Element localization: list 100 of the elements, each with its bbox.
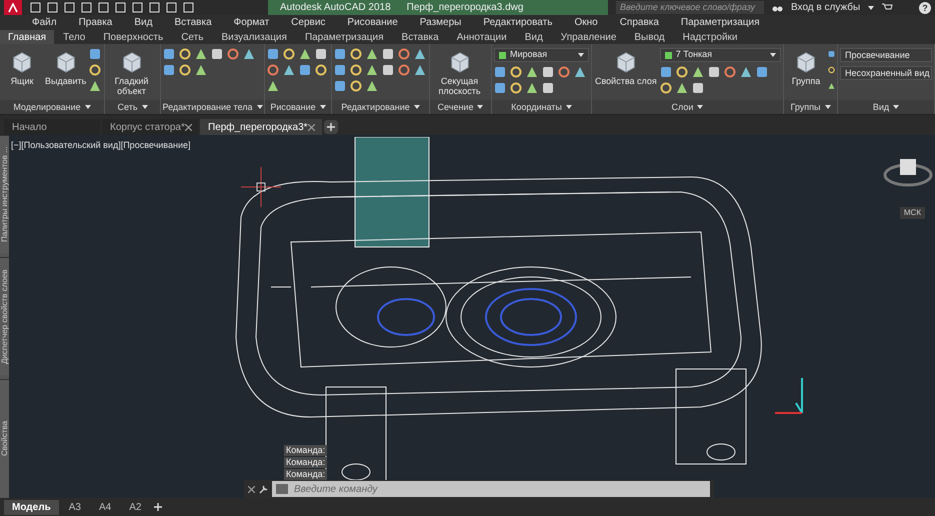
toolbar-icon[interactable] [183, 2, 194, 13]
tool-icon[interactable] [398, 64, 410, 76]
app-logo-icon[interactable] [4, 0, 22, 15]
tool-icon[interactable] [366, 80, 378, 92]
menu-item[interactable]: Вид [134, 15, 152, 30]
palette-tab[interactable]: Диспетчер свойств слоев [0, 257, 9, 375]
caret-icon[interactable] [566, 105, 572, 109]
palette-tab[interactable]: Свойства [0, 379, 9, 497]
panel-title[interactable]: Вид [872, 100, 890, 114]
tool-icon[interactable] [283, 64, 295, 76]
menu-item[interactable]: Вставка [174, 15, 212, 30]
toolbar-icon[interactable] [30, 2, 41, 13]
tool-icon[interactable] [315, 48, 327, 60]
menu-item[interactable]: Редактировать [483, 15, 552, 30]
tool-icon[interactable] [510, 66, 522, 78]
tool-icon[interactable] [382, 64, 394, 76]
search-field[interactable]: Введите ключевое слово/фразу [616, 1, 764, 14]
caret-icon[interactable] [256, 105, 263, 109]
tool-icon[interactable] [414, 48, 426, 60]
close-icon[interactable] [308, 124, 315, 130]
tool-icon[interactable] [334, 80, 346, 92]
tool-icon[interactable] [334, 48, 346, 60]
tool-icon[interactable] [756, 66, 768, 78]
tool-icon[interactable] [494, 66, 506, 78]
add-tab-button[interactable] [324, 120, 338, 134]
tool-icon[interactable] [89, 48, 102, 60]
caret-icon[interactable] [697, 105, 704, 109]
tool-icon[interactable] [366, 64, 378, 76]
tool-icon[interactable] [350, 80, 362, 92]
caret-icon[interactable] [414, 105, 420, 109]
tool-icon[interactable] [574, 66, 586, 78]
document-tab[interactable]: Перф_перегородка3* [200, 119, 322, 135]
tool-icon[interactable] [708, 66, 720, 78]
tool-icon[interactable] [350, 48, 362, 60]
ribbon-tab[interactable]: Поверхность [94, 30, 172, 44]
caret-icon[interactable] [84, 105, 91, 109]
tool-icon[interactable] [195, 48, 207, 60]
caret-icon[interactable] [477, 105, 484, 109]
tool-icon[interactable] [828, 48, 835, 60]
cart-icon[interactable] [882, 3, 894, 12]
menu-item[interactable]: Размеры [420, 15, 462, 30]
document-tab[interactable]: Корпус статора* [102, 119, 198, 135]
ucs-label[interactable]: МСК [900, 207, 925, 219]
tool-icon[interactable] [414, 64, 426, 76]
ribbon-tab[interactable]: Сеть [172, 30, 212, 44]
tool-icon[interactable] [542, 82, 554, 94]
tool-icon[interactable] [542, 66, 554, 78]
palette-tab[interactable]: Палитры инструментов ... [0, 135, 9, 253]
toolbar-icon[interactable] [115, 2, 126, 13]
tool-icon[interactable] [558, 66, 570, 78]
tool-icon[interactable] [163, 48, 175, 60]
tool-icon[interactable] [526, 66, 538, 78]
tool-icon[interactable] [676, 66, 688, 78]
view-dropdown[interactable]: Несохраненный вид [840, 66, 932, 80]
tool-icon[interactable] [89, 64, 102, 76]
ribbon-button[interactable]: Группа [786, 48, 826, 88]
tool-icon[interactable] [283, 48, 295, 60]
ribbon-tab[interactable]: Визуализация [212, 30, 296, 44]
caret-icon[interactable] [893, 105, 900, 109]
layout-tab[interactable]: Модель [4, 500, 59, 514]
ribbon-tab[interactable]: Вставка [392, 30, 448, 44]
tool-icon[interactable] [350, 64, 362, 76]
command-input[interactable]: Введите команду [290, 481, 710, 497]
tool-icon[interactable] [227, 48, 239, 60]
menu-item[interactable]: Правка [78, 15, 112, 30]
tool-icon[interactable] [366, 48, 378, 60]
toolbar-icon[interactable] [47, 2, 58, 13]
tool-icon[interactable] [315, 64, 327, 76]
ribbon-tab[interactable]: Главная [0, 30, 54, 44]
dropdown-field[interactable]: 7 Тонкая [660, 48, 781, 62]
layout-tab[interactable]: А2 [121, 500, 150, 514]
layout-tab[interactable]: А4 [90, 500, 120, 514]
menu-item[interactable]: Файл [32, 15, 57, 30]
tool-icon[interactable] [676, 82, 688, 94]
tool-icon[interactable] [398, 48, 410, 60]
tool-icon[interactable] [692, 82, 704, 94]
tool-icon[interactable] [211, 48, 223, 60]
tool-icon[interactable] [382, 48, 394, 60]
tool-icon[interactable] [179, 64, 191, 76]
menu-item[interactable]: Окно [574, 15, 598, 30]
help-button[interactable]: ? [919, 2, 931, 14]
tool-icon[interactable] [179, 48, 191, 60]
ribbon-button[interactable]: Гладкий объект [107, 48, 156, 98]
ribbon-tab[interactable]: Управление [552, 30, 626, 44]
ribbon-tab[interactable]: Вывод [625, 30, 674, 44]
tool-icon[interactable] [740, 66, 752, 78]
tool-icon[interactable] [692, 66, 704, 78]
caret-icon[interactable] [142, 105, 148, 109]
tool-icon[interactable] [494, 82, 506, 94]
tool-icon[interactable] [334, 64, 346, 76]
tool-icon[interactable] [89, 80, 102, 92]
tool-icon[interactable] [828, 64, 835, 76]
tool-icon[interactable] [299, 64, 311, 76]
caret-icon[interactable] [320, 105, 326, 109]
menu-item[interactable]: Рисование [347, 15, 398, 30]
layout-tab[interactable]: А3 [60, 500, 89, 514]
ribbon-button[interactable]: Свойства слоя [594, 48, 658, 88]
menu-item[interactable]: Параметризация [680, 15, 760, 30]
wrench-icon[interactable] [259, 484, 268, 494]
tool-icon[interactable] [195, 64, 207, 76]
